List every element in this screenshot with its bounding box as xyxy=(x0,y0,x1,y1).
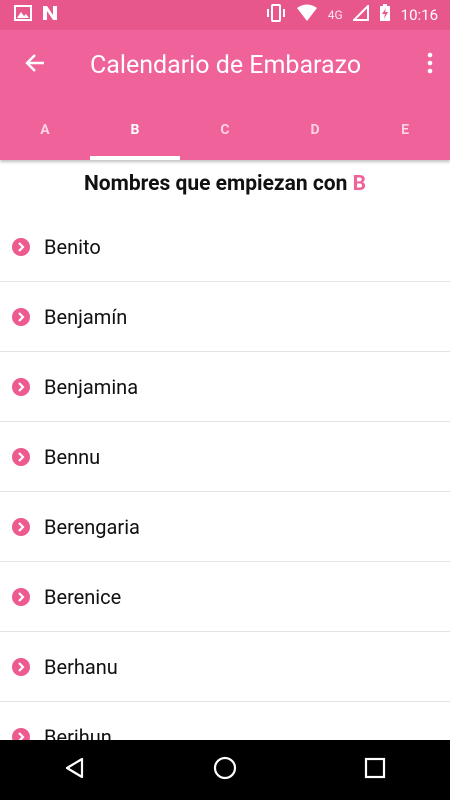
list-item[interactable]: Berenice xyxy=(0,562,450,632)
status-bar: 4G 10:16 xyxy=(0,0,450,30)
name-label: Berihun xyxy=(44,724,112,741)
list-item[interactable]: Berihun xyxy=(0,702,450,740)
list-item[interactable]: Berhanu xyxy=(0,632,450,702)
network-type: 4G xyxy=(327,8,343,22)
vibrate-icon xyxy=(266,4,286,26)
tab-label: B xyxy=(130,122,140,138)
chevron-right-icon xyxy=(12,237,30,256)
list-item[interactable]: Bennu xyxy=(0,422,450,492)
tab-label: D xyxy=(310,122,320,138)
overflow-menu-button[interactable] xyxy=(410,30,450,100)
section-heading: Nombres que empiezan con B xyxy=(0,172,450,196)
list-item[interactable]: Benito xyxy=(0,212,450,282)
home-circle-icon xyxy=(213,756,237,784)
clock: 10:16 xyxy=(400,6,438,24)
page-title: Calendario de Embarazo xyxy=(90,50,362,80)
more-vert-icon xyxy=(427,52,433,78)
battery-charging-icon xyxy=(379,4,391,26)
nav-home-button[interactable] xyxy=(195,740,255,800)
back-triangle-icon xyxy=(64,757,86,783)
list-item[interactable]: Berengaria xyxy=(0,492,450,562)
names-list: Benito Benjamín Benjamina Bennu Berengar… xyxy=(0,212,450,740)
name-label: Benjamina xyxy=(44,374,139,399)
recents-square-icon xyxy=(364,757,386,783)
name-label: Benito xyxy=(44,234,101,259)
tab-d[interactable]: D xyxy=(270,100,360,160)
nav-recents-button[interactable] xyxy=(345,740,405,800)
signal-icon xyxy=(351,3,369,25)
name-label: Bennu xyxy=(44,444,101,469)
list-item[interactable]: Benjamín xyxy=(0,282,450,352)
heading-text: Nombres que empiezan con xyxy=(83,172,353,196)
heading-letter: B xyxy=(352,172,367,196)
tab-b[interactable]: B xyxy=(90,100,180,160)
n-app-icon xyxy=(42,5,58,25)
image-icon xyxy=(14,5,32,25)
chevron-right-icon xyxy=(12,377,30,396)
system-nav-bar xyxy=(0,740,450,800)
tab-c[interactable]: C xyxy=(180,100,270,160)
tab-a[interactable]: A xyxy=(0,100,90,160)
tab-label: E xyxy=(401,122,409,138)
name-label: Berengaria xyxy=(44,514,140,539)
name-label: Benjamín xyxy=(44,304,128,329)
name-label: Berenice xyxy=(44,584,122,609)
chevron-right-icon xyxy=(12,587,30,606)
name-label: Berhanu xyxy=(44,654,118,679)
arrow-back-icon xyxy=(24,52,46,78)
nav-back-button[interactable] xyxy=(45,740,105,800)
tab-label: A xyxy=(40,122,50,138)
chevron-right-icon xyxy=(12,307,30,326)
list-item[interactable]: Benjamina xyxy=(0,352,450,422)
chevron-right-icon xyxy=(12,447,30,466)
back-button[interactable] xyxy=(0,30,70,100)
chevron-right-icon xyxy=(12,517,30,536)
chevron-right-icon xyxy=(12,727,30,740)
wifi-icon xyxy=(296,4,318,26)
tab-label: C xyxy=(220,122,230,138)
app-bar: Calendario de Embarazo xyxy=(0,30,450,100)
tab-indicator xyxy=(90,156,180,160)
chevron-right-icon xyxy=(12,657,30,676)
tab-e[interactable]: E xyxy=(360,100,450,160)
letter-tabs: A B C D E xyxy=(0,100,450,160)
